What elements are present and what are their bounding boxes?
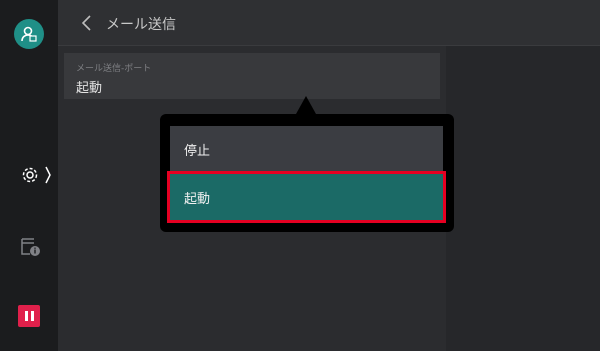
settings-button[interactable] [18,160,54,190]
back-icon [81,15,91,31]
settings-icon [22,166,51,184]
stop-icon-bar [30,311,34,321]
user-icon[interactable] [14,19,44,49]
sidebar [0,0,58,351]
mail-port-field[interactable]: メール送信-ポート 起動 [64,53,440,99]
back-button[interactable] [74,10,100,36]
option-start[interactable]: 起動 [167,171,446,223]
popup-pointer [296,96,316,114]
header: メール送信 [58,0,600,46]
page-title: メール送信 [106,17,176,33]
field-label: メール送信-ポート [76,64,152,74]
options-popup: 停止 起動 [160,114,454,232]
stop-button[interactable] [18,305,40,327]
right-pane [446,46,600,351]
print-queue-button[interactable] [16,232,44,260]
print-queue-icon [21,238,40,256]
option-stop[interactable]: 停止 [170,126,443,172]
field-value: 起動 [76,81,103,96]
stop-icon [24,311,28,321]
